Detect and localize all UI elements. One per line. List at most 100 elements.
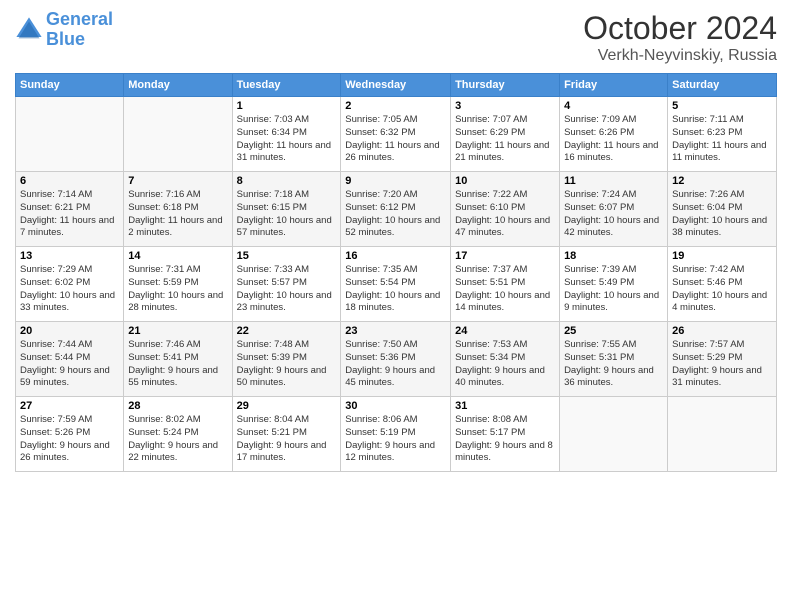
- table-row: 3Sunrise: 7:07 AMSunset: 6:29 PMDaylight…: [451, 97, 560, 172]
- day-number: 13: [20, 250, 119, 262]
- day-info: Sunrise: 7:37 AMSunset: 5:51 PMDaylight:…: [455, 264, 555, 315]
- day-number: 25: [564, 325, 663, 337]
- table-row: 27 Sunrise: 7:59 AMSunset: 5:26 PMDayligh…: [16, 397, 124, 472]
- day-info: Sunrise: 7:44 AMSunset: 5:44 PMDaylight:…: [20, 339, 119, 390]
- day-info: Sunrise: 7:22 AMSunset: 6:10 PMDaylight:…: [455, 189, 555, 240]
- header: General Blue October 2024 Verkh-Neyvinsk…: [15, 10, 777, 65]
- day-number: 10: [455, 175, 555, 187]
- day-info: Sunrise: 7:14 AMSunset: 6:21 PMDaylight:…: [20, 189, 119, 240]
- day-number: 4: [564, 100, 663, 112]
- table-row: 18 Sunrise: 7:39 AMSunset: 5:49 PMDayligh…: [560, 247, 668, 322]
- table-row: 15Sunrise: 7:33 AMSunset: 5:57 PMDayligh…: [232, 247, 341, 322]
- day-number: 22: [237, 325, 337, 337]
- day-info: Sunrise: 7:50 AMSunset: 5:36 PMDaylight:…: [345, 339, 446, 390]
- day-number: 27: [20, 400, 119, 412]
- table-row: 9Sunrise: 7:20 AMSunset: 6:12 PMDaylight…: [341, 172, 451, 247]
- table-row: 22 Sunrise: 7:48 AMSunset: 5:39 PMDayligh…: [232, 322, 341, 397]
- day-info: Sunrise: 7:48 AMSunset: 5:39 PMDaylight:…: [237, 339, 337, 390]
- day-number: 29: [237, 400, 337, 412]
- calendar-week-4: 27 Sunrise: 7:59 AMSunset: 5:26 PMDayligh…: [16, 397, 777, 472]
- day-number: 20: [20, 325, 119, 337]
- table-row: 29 Sunrise: 8:04 AMSunset: 5:21 PMDayligh…: [232, 397, 341, 472]
- table-row: 25 Sunrise: 7:55 AMSunset: 5:31 PMDayligh…: [560, 322, 668, 397]
- month-title: October 2024: [583, 10, 777, 47]
- day-info: Sunrise: 7:59 AMSunset: 5:26 PMDaylight:…: [20, 414, 119, 465]
- col-thursday: Thursday: [451, 74, 560, 97]
- day-info: Sunrise: 7:31 AMSunset: 5:59 PMDaylight:…: [128, 264, 227, 315]
- table-row: 31 Sunrise: 8:08 AMSunset: 5:17 PMDayligh…: [451, 397, 560, 472]
- logo: General Blue: [15, 10, 113, 50]
- day-info: Sunrise: 7:18 AMSunset: 6:15 PMDaylight:…: [237, 189, 337, 240]
- day-info: Sunrise: 7:39 AMSunset: 5:49 PMDaylight:…: [564, 264, 663, 315]
- day-number: 12: [672, 175, 772, 187]
- table-row: [560, 397, 668, 472]
- day-number: 19: [672, 250, 772, 262]
- day-number: 30: [345, 400, 446, 412]
- logo-line2: Blue: [46, 29, 85, 49]
- table-row: 23 Sunrise: 7:50 AMSunset: 5:36 PMDayligh…: [341, 322, 451, 397]
- day-info: Sunrise: 7:11 AMSunset: 6:23 PMDaylight:…: [672, 114, 772, 165]
- table-row: 28 Sunrise: 8:02 AMSunset: 5:24 PMDayligh…: [124, 397, 232, 472]
- day-info: Sunrise: 7:26 AMSunset: 6:04 PMDaylight:…: [672, 189, 772, 240]
- table-row: 21Sunrise: 7:46 AMSunset: 5:41 PMDayligh…: [124, 322, 232, 397]
- day-info: Sunrise: 8:06 AMSunset: 5:19 PMDaylight:…: [345, 414, 446, 465]
- day-info: Sunrise: 7:05 AMSunset: 6:32 PMDaylight:…: [345, 114, 446, 165]
- day-info: Sunrise: 7:35 AMSunset: 5:54 PMDaylight:…: [345, 264, 446, 315]
- title-area: October 2024 Verkh-Neyvinskiy, Russia: [583, 10, 777, 65]
- day-number: 16: [345, 250, 446, 262]
- table-row: 8 Sunrise: 7:18 AMSunset: 6:15 PMDaylight…: [232, 172, 341, 247]
- day-info: Sunrise: 7:24 AMSunset: 6:07 PMDaylight:…: [564, 189, 663, 240]
- day-info: Sunrise: 8:08 AMSunset: 5:17 PMDaylight:…: [455, 414, 555, 465]
- day-info: Sunrise: 7:55 AMSunset: 5:31 PMDaylight:…: [564, 339, 663, 390]
- table-row: 10 Sunrise: 7:22 AMSunset: 6:10 PMDayligh…: [451, 172, 560, 247]
- day-info: Sunrise: 7:07 AMSunset: 6:29 PMDaylight:…: [455, 114, 555, 165]
- table-row: 7Sunrise: 7:16 AMSunset: 6:18 PMDaylight…: [124, 172, 232, 247]
- col-tuesday: Tuesday: [232, 74, 341, 97]
- table-row: 11Sunrise: 7:24 AMSunset: 6:07 PMDayligh…: [560, 172, 668, 247]
- day-number: 8: [237, 175, 337, 187]
- day-number: 31: [455, 400, 555, 412]
- calendar-table: Sunday Monday Tuesday Wednesday Thursday…: [15, 73, 777, 472]
- calendar-week-3: 20 Sunrise: 7:44 AMSunset: 5:44 PMDayligh…: [16, 322, 777, 397]
- table-row: 1Sunrise: 7:03 AMSunset: 6:34 PMDaylight…: [232, 97, 341, 172]
- table-row: 2 Sunrise: 7:05 AMSunset: 6:32 PMDaylight…: [341, 97, 451, 172]
- table-row: 20 Sunrise: 7:44 AMSunset: 5:44 PMDayligh…: [16, 322, 124, 397]
- page: General Blue October 2024 Verkh-Neyvinsk…: [0, 0, 792, 612]
- day-info: Sunrise: 7:09 AMSunset: 6:26 PMDaylight:…: [564, 114, 663, 165]
- day-number: 5: [672, 100, 772, 112]
- location-title: Verkh-Neyvinskiy, Russia: [583, 47, 777, 65]
- day-number: 28: [128, 400, 227, 412]
- col-sunday: Sunday: [16, 74, 124, 97]
- calendar-week-1: 6 Sunrise: 7:14 AMSunset: 6:21 PMDaylight…: [16, 172, 777, 247]
- table-row: 26Sunrise: 7:57 AMSunset: 5:29 PMDayligh…: [668, 322, 777, 397]
- logo-icon: [15, 16, 43, 44]
- table-row: 17 Sunrise: 7:37 AMSunset: 5:51 PMDayligh…: [451, 247, 560, 322]
- day-info: Sunrise: 7:57 AMSunset: 5:29 PMDaylight:…: [672, 339, 772, 390]
- day-number: 21: [128, 325, 227, 337]
- day-info: Sunrise: 7:03 AMSunset: 6:34 PMDaylight:…: [237, 114, 337, 165]
- day-number: 15: [237, 250, 337, 262]
- table-row: 24Sunrise: 7:53 AMSunset: 5:34 PMDayligh…: [451, 322, 560, 397]
- day-number: 23: [345, 325, 446, 337]
- day-number: 6: [20, 175, 119, 187]
- table-row: 13 Sunrise: 7:29 AMSunset: 6:02 PMDayligh…: [16, 247, 124, 322]
- table-row: [124, 97, 232, 172]
- col-friday: Friday: [560, 74, 668, 97]
- table-row: 6 Sunrise: 7:14 AMSunset: 6:21 PMDaylight…: [16, 172, 124, 247]
- table-row: 12 Sunrise: 7:26 AMSunset: 6:04 PMDayligh…: [668, 172, 777, 247]
- calendar-week-2: 13 Sunrise: 7:29 AMSunset: 6:02 PMDayligh…: [16, 247, 777, 322]
- table-row: [16, 97, 124, 172]
- day-number: 17: [455, 250, 555, 262]
- day-info: Sunrise: 7:53 AMSunset: 5:34 PMDaylight:…: [455, 339, 555, 390]
- day-info: Sunrise: 7:16 AMSunset: 6:18 PMDaylight:…: [128, 189, 227, 240]
- table-row: 5 Sunrise: 7:11 AMSunset: 6:23 PMDaylight…: [668, 97, 777, 172]
- day-number: 2: [345, 100, 446, 112]
- col-monday: Monday: [124, 74, 232, 97]
- day-info: Sunrise: 7:29 AMSunset: 6:02 PMDaylight:…: [20, 264, 119, 315]
- day-info: Sunrise: 8:04 AMSunset: 5:21 PMDaylight:…: [237, 414, 337, 465]
- day-number: 18: [564, 250, 663, 262]
- table-row: 16 Sunrise: 7:35 AMSunset: 5:54 PMDayligh…: [341, 247, 451, 322]
- day-info: Sunrise: 7:42 AMSunset: 5:46 PMDaylight:…: [672, 264, 772, 315]
- table-row: 4 Sunrise: 7:09 AMSunset: 6:26 PMDaylight…: [560, 97, 668, 172]
- day-info: Sunrise: 8:02 AMSunset: 5:24 PMDaylight:…: [128, 414, 227, 465]
